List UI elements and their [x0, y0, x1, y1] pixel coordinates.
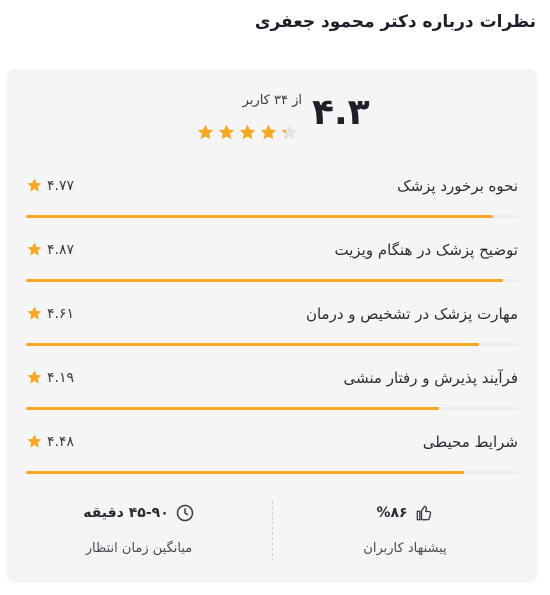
criterion-bar-fill	[26, 279, 504, 282]
criterion-bar	[26, 279, 518, 282]
average-stars	[196, 123, 299, 142]
criterion-bar-fill	[26, 343, 479, 346]
stats-row: ۴۵-۹۰ دقیقه میانگین زمان انتظار %۸۶ پیشن…	[6, 499, 538, 569]
criterion-row: مهارت پزشک در تشخیص و درمان ۴.۶۱	[26, 291, 518, 355]
criterion-label: شرایط محیطی	[422, 433, 518, 451]
criterion-label: نحوه برخورد پزشک	[397, 177, 518, 195]
criterion-row: توضیح پزشک در هنگام ویزیت ۴.۸۷	[26, 227, 518, 291]
recommend-label: پیشنهاد کاربران	[363, 541, 447, 556]
criterion-label: فرآیند پذیرش و رفتار منشی	[343, 369, 518, 387]
star-icon	[26, 433, 43, 450]
star-icon	[217, 123, 236, 142]
criteria-list: نحوه برخورد پزشک ۴.۷۷ توضیح پزشک در هنگا…	[26, 163, 518, 483]
criterion-score-value: ۴.۷۷	[47, 177, 75, 194]
wait-time-text: ۴۵-۹۰ دقیقه	[83, 505, 169, 521]
wait-time-value: ۴۵-۹۰ دقیقه	[83, 503, 195, 523]
clock-icon	[175, 503, 195, 523]
star-icon	[26, 305, 43, 322]
average-score: ۴.۳	[312, 92, 370, 133]
criterion-score: ۴.۸۷	[26, 241, 74, 258]
wait-time-label: میانگین زمان انتظار	[85, 541, 193, 556]
star-icon	[238, 123, 257, 142]
star-icon	[196, 123, 215, 142]
page-title: نظرات درباره دکتر محمود جعفری	[254, 12, 536, 32]
rating-count: از ۳۴ کاربر	[242, 93, 302, 108]
criterion-bar	[26, 407, 518, 410]
reviews-card: ۴.۳ از ۳۴ کاربر نحوه برخورد پزشک ۴.۷۷ تو…	[6, 69, 538, 583]
criterion-score-value: ۴.۴۸	[47, 433, 75, 450]
star-icon	[26, 369, 43, 386]
recommend-stat: %۸۶ پیشنهاد کاربران	[272, 503, 538, 556]
criterion-score-value: ۴.۶۱	[47, 305, 75, 322]
criterion-score-value: ۴.۱۹	[47, 369, 75, 386]
criterion-score-value: ۴.۸۷	[47, 241, 75, 258]
criterion-row: فرآیند پذیرش و رفتار منشی ۴.۱۹	[26, 355, 518, 419]
recommend-value: %۸۶	[376, 503, 433, 523]
recommend-text: %۸۶	[376, 505, 408, 521]
wait-time-stat: ۴۵-۹۰ دقیقه میانگین زمان انتظار	[6, 503, 272, 556]
star-icon	[26, 241, 43, 258]
star-icon	[280, 123, 299, 142]
thumbs-up-icon	[414, 503, 434, 523]
criterion-bar-fill	[26, 471, 464, 474]
criterion-score: ۴.۷۷	[26, 177, 74, 194]
rating-summary: ۴.۳ از ۳۴ کاربر	[6, 93, 538, 149]
criterion-bar	[26, 471, 518, 474]
criterion-label: توضیح پزشک در هنگام ویزیت	[334, 241, 519, 259]
criterion-score: ۴.۶۱	[26, 305, 74, 322]
criterion-label: مهارت پزشک در تشخیص و درمان	[305, 305, 518, 323]
criterion-score: ۴.۴۸	[26, 433, 74, 450]
star-icon	[26, 177, 43, 194]
criterion-bar	[26, 215, 518, 218]
criterion-row: نحوه برخورد پزشک ۴.۷۷	[26, 163, 518, 227]
criterion-bar-fill	[26, 407, 440, 410]
criterion-row: شرایط محیطی ۴.۴۸	[26, 419, 518, 483]
star-icon	[259, 123, 278, 142]
criterion-bar	[26, 343, 518, 346]
criterion-bar-fill	[26, 215, 494, 218]
criterion-score: ۴.۱۹	[26, 369, 74, 386]
